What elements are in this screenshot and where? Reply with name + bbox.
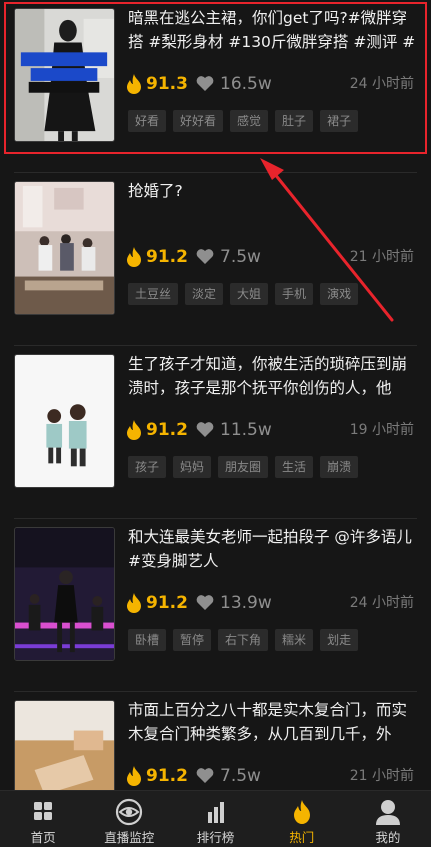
tag[interactable]: 好看 (128, 110, 167, 132)
tag[interactable]: 感觉 (230, 110, 269, 132)
tag-list: 土豆丝 淡定 大姐 手机 演戏 (128, 283, 359, 307)
hot-video-feed[interactable]: 暗黑在逃公主裙，你们get了吗?#微胖穿搭 #梨形身材 #130斤微胖穿搭 #测… (0, 0, 431, 790)
video-card[interactable]: 暗黑在逃公主裙，你们get了吗?#微胖穿搭 #梨形身材 #130斤微胖穿搭 #测… (0, 0, 431, 173)
tag[interactable]: 土豆丝 (128, 283, 179, 305)
video-card[interactable]: 生了孩子才知道，你被生活的琐碎压到崩溃时，孩子是那个抚平你创伤的人，他也… 91… (0, 346, 431, 519)
tag[interactable]: 妈妈 (173, 456, 212, 478)
tab-label: 首页 (30, 830, 56, 845)
fire-icon (127, 420, 141, 440)
video-thumbnail[interactable] (14, 354, 115, 488)
like-count: 16.5w (220, 74, 272, 94)
tab-profile[interactable]: 我的 (345, 791, 431, 847)
tab-live-monitor[interactable]: 直播监控 (86, 791, 172, 847)
bottom-tab-bar: 首页 直播监控 排行榜 热门 我的 (0, 790, 431, 847)
tag-list: 好看 好好看 感觉 肚子 裙子 (128, 110, 359, 134)
video-title[interactable]: 和大连最美女老师一起拍段子 @许多语儿 #变身脚艺人 (128, 525, 416, 573)
tag[interactable]: 朋友圈 (218, 456, 269, 478)
tab-ranking[interactable]: 排行榜 (172, 791, 258, 847)
video-title[interactable]: 市面上百分之八十都是实木复合门，而实木复合门种类繁多，从几百到几千，外行… (128, 698, 416, 748)
heart-icon (196, 768, 214, 783)
video-stats: 91.3 16.5w 24 小时前 (126, 72, 416, 96)
like-count: 13.9w (220, 593, 272, 613)
video-thumbnail[interactable] (14, 700, 115, 790)
publish-time: 21 小时前 (349, 768, 414, 784)
tag[interactable]: 演戏 (320, 283, 359, 305)
tab-label: 热门 (289, 830, 315, 845)
tag[interactable]: 糯米 (275, 629, 314, 651)
eye-icon (116, 798, 143, 826)
tag[interactable]: 肚子 (275, 110, 314, 132)
like-count: 7.5w (220, 247, 261, 267)
heat-score: 91.2 (146, 420, 188, 440)
heat-score: 91.3 (146, 74, 188, 94)
tag[interactable]: 好好看 (173, 110, 224, 132)
tab-label: 排行榜 (196, 830, 235, 845)
fire-icon (127, 74, 141, 94)
tag[interactable]: 生活 (275, 456, 314, 478)
tag[interactable]: 暂停 (173, 629, 212, 651)
video-stats: 91.2 13.9w 24 小时前 (126, 591, 416, 615)
tab-label: 直播监控 (104, 830, 155, 845)
tab-hot[interactable]: 热门 (259, 791, 345, 847)
video-thumbnail[interactable] (14, 181, 115, 315)
grid-icon (34, 802, 53, 820)
tag[interactable]: 裙子 (320, 110, 359, 132)
heat-score: 91.2 (146, 593, 188, 613)
heart-icon (196, 76, 214, 91)
heat-score: 91.2 (146, 766, 188, 786)
video-card[interactable]: 市面上百分之八十都是实木复合门，而实木复合门种类繁多，从几百到几千，外行… 91… (0, 692, 431, 790)
publish-time: 19 小时前 (349, 422, 414, 438)
tag-list: 卧槽 暂停 右下角 糯米 划走 (128, 629, 359, 653)
tag[interactable]: 大姐 (230, 283, 269, 305)
fire-icon (127, 766, 141, 786)
tag[interactable]: 划走 (320, 629, 359, 651)
user-icon (375, 800, 400, 825)
video-card[interactable]: 和大连最美女老师一起拍段子 @许多语儿 #变身脚艺人 91.2 13.9w 24… (0, 519, 431, 692)
bar-chart-icon (207, 802, 224, 823)
video-stats: 91.2 7.5w 21 小时前 (126, 245, 416, 269)
tab-home[interactable]: 首页 (0, 791, 86, 847)
video-title[interactable]: 生了孩子才知道，你被生活的琐碎压到崩溃时，孩子是那个抚平你创伤的人，他也… (128, 352, 416, 402)
tag[interactable]: 卧槽 (128, 629, 167, 651)
heart-icon (196, 595, 214, 610)
fire-icon (127, 593, 141, 613)
heart-icon (196, 422, 214, 437)
tag[interactable]: 孩子 (128, 456, 167, 478)
fire-icon (293, 800, 310, 824)
fire-icon (127, 247, 141, 267)
video-thumbnail[interactable] (14, 8, 115, 142)
like-count: 7.5w (220, 766, 261, 786)
tag-list: 孩子 妈妈 朋友圈 生活 崩溃 (128, 456, 359, 480)
heart-icon (196, 249, 214, 264)
video-title[interactable]: 抢婚了? (128, 179, 416, 203)
tag[interactable]: 手机 (275, 283, 314, 305)
publish-time: 24 小时前 (349, 76, 414, 92)
tag[interactable]: 淡定 (185, 283, 224, 305)
like-count: 11.5w (220, 420, 272, 440)
video-card[interactable]: 抢婚了? 91.2 7.5w 21 小时前 土豆丝 淡定 大姐 手机 演戏 (0, 173, 431, 346)
tab-label: 我的 (375, 830, 401, 845)
video-stats: 91.2 11.5w 19 小时前 (126, 418, 416, 442)
video-title[interactable]: 暗黑在逃公主裙，你们get了吗?#微胖穿搭 #梨形身材 #130斤微胖穿搭 #测… (128, 6, 416, 56)
publish-time: 24 小时前 (349, 595, 414, 611)
tag[interactable]: 崩溃 (320, 456, 359, 478)
publish-time: 21 小时前 (349, 249, 414, 265)
video-stats: 91.2 7.5w 21 小时前 (126, 764, 416, 788)
video-thumbnail[interactable] (14, 527, 115, 661)
tag[interactable]: 右下角 (218, 629, 269, 651)
heat-score: 91.2 (146, 247, 188, 267)
